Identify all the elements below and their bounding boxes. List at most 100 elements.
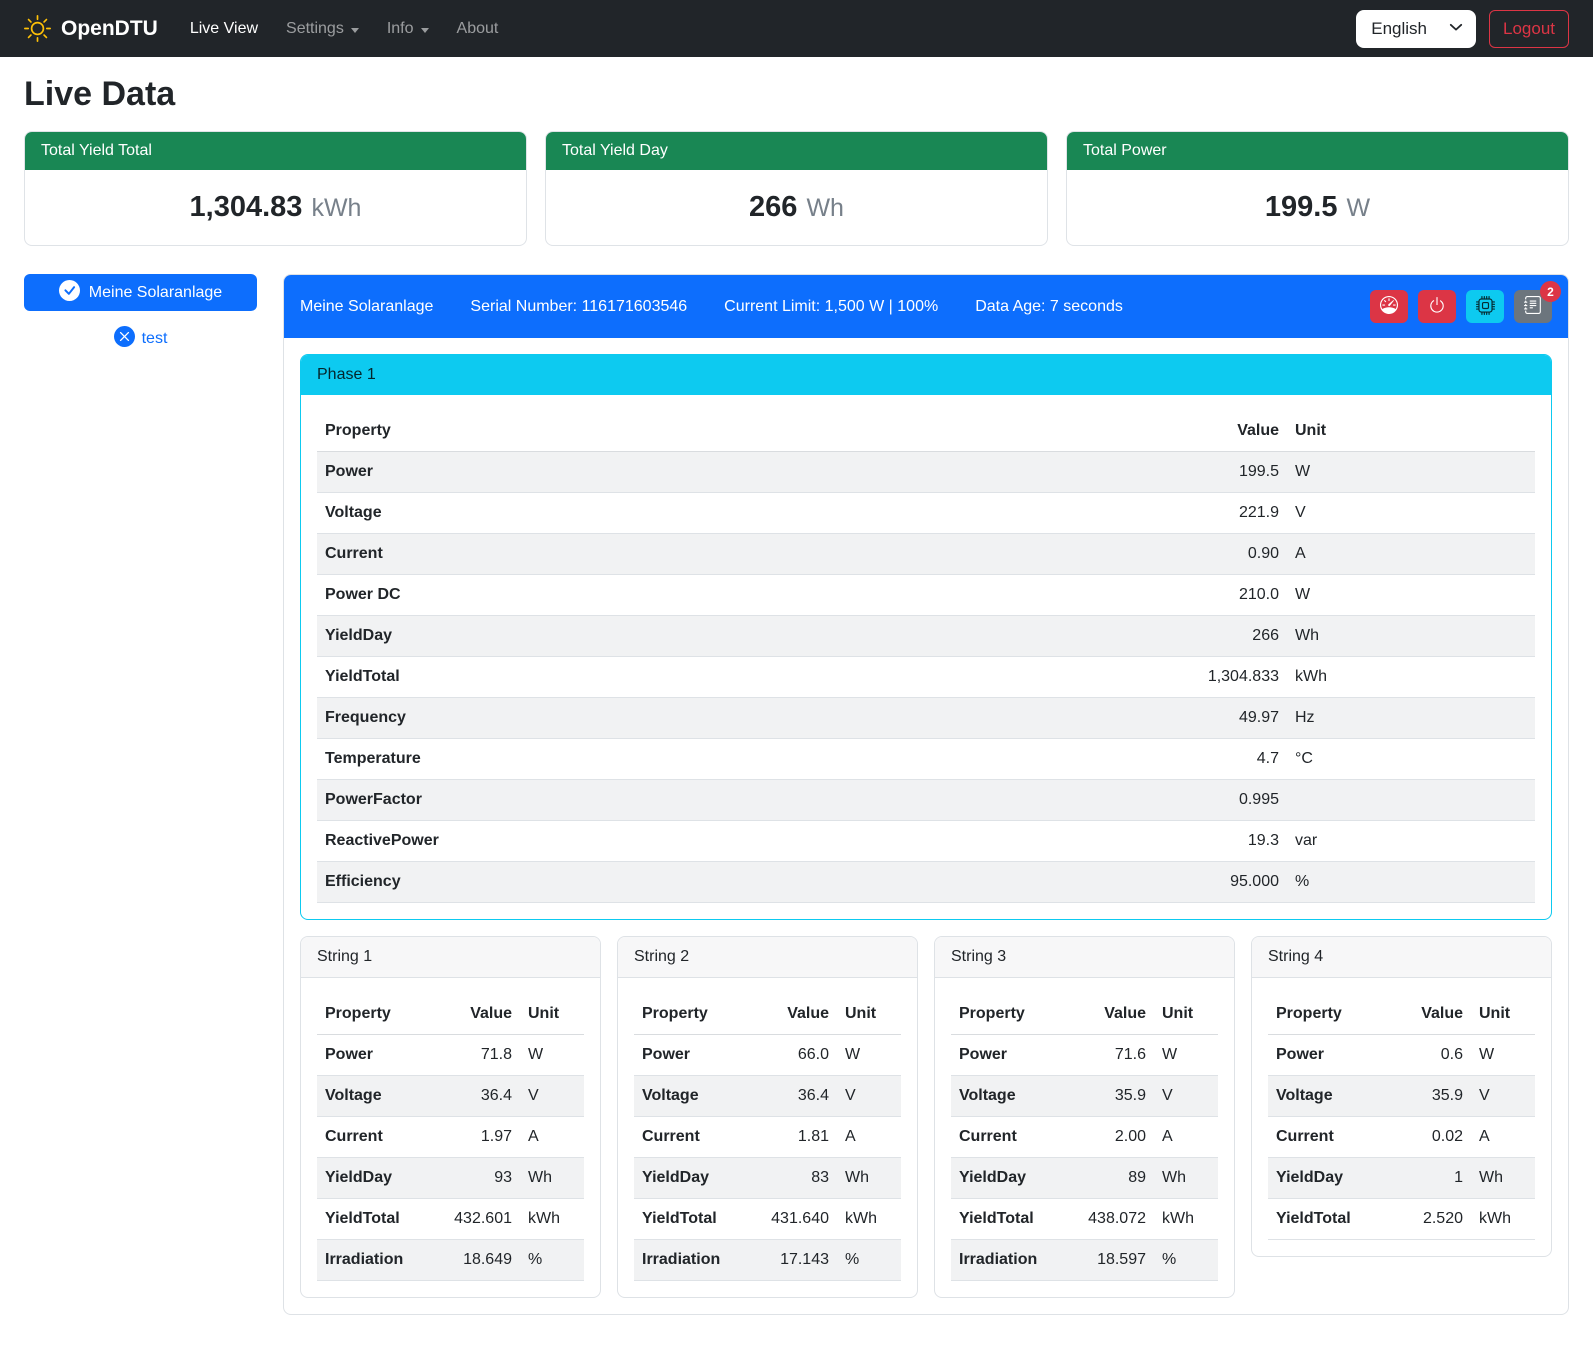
value-cell: 93 (431, 1158, 520, 1199)
value-cell: 1,304.833 (897, 657, 1287, 698)
logout-button[interactable]: Logout (1489, 10, 1569, 48)
table-row: YieldTotal438.072kWh (951, 1199, 1218, 1240)
value-cell: 438.072 (1065, 1199, 1154, 1240)
column-header-value: Value (1065, 994, 1154, 1035)
value-cell: 89 (1065, 1158, 1154, 1199)
event-log-button[interactable]: 2 (1514, 290, 1552, 323)
string-card-body: Property Value Unit Power71.6WVoltage35.… (935, 978, 1234, 1281)
chevron-down-icon (1449, 19, 1463, 39)
property-cell: Power (1268, 1035, 1392, 1076)
inverter-data-age: Data Age: 7 seconds (975, 295, 1123, 319)
nav-item-info[interactable]: Info (373, 12, 443, 46)
unit-cell: kWh (1287, 657, 1535, 698)
inverter-select-label: Meine Solaranlage (89, 284, 222, 302)
device-info-button[interactable] (1466, 290, 1504, 323)
nav-item-label: Live View (190, 20, 258, 38)
value-cell: 1.81 (748, 1117, 837, 1158)
unit-cell: Wh (1471, 1158, 1535, 1199)
table-row: Current0.02A (1268, 1117, 1535, 1158)
card-header: Total Yield Day (546, 132, 1047, 170)
value-cell: 66.0 (748, 1035, 837, 1076)
brand[interactable]: OpenDTU (24, 13, 158, 45)
language-select[interactable]: English (1356, 10, 1476, 48)
navbar-right: English Logout (1356, 10, 1569, 48)
property-cell: Voltage (634, 1076, 748, 1117)
column-header-property: Property (634, 994, 748, 1035)
inverter-card: Meine Solaranlage Serial Number: 1161716… (283, 274, 1569, 1315)
table-row: Power199.5W (317, 452, 1535, 493)
power-button[interactable] (1418, 290, 1456, 323)
cpu-icon (1476, 296, 1495, 318)
card-unit: W (1346, 194, 1370, 222)
card-body: 1,304.83 kWh (25, 170, 526, 246)
column-header-unit: Unit (1154, 994, 1218, 1035)
table-row: Power71.6W (951, 1035, 1218, 1076)
property-cell: Voltage (951, 1076, 1065, 1117)
unit-cell: kWh (1471, 1199, 1535, 1240)
nav-item-about[interactable]: About (443, 12, 513, 46)
inverter-card-body: Phase 1 Property Value Unit Power199.5WV… (284, 338, 1568, 1314)
inverter-select-button[interactable]: Meine Solaranlage (24, 274, 257, 311)
string-card-body: Property Value Unit Power71.8WVoltage36.… (301, 978, 600, 1281)
sun-icon (24, 15, 51, 42)
value-cell: 95.000 (897, 862, 1287, 903)
nav-item-live-view[interactable]: Live View (176, 12, 272, 46)
unit-cell: V (520, 1076, 584, 1117)
table-row: YieldTotal431.640kWh (634, 1199, 901, 1240)
unit-cell: W (837, 1035, 901, 1076)
inverter-item-test[interactable]: test (24, 326, 257, 352)
value-cell: 0.995 (897, 780, 1287, 821)
column-header-value: Value (748, 994, 837, 1035)
table-row: YieldDay83Wh (634, 1158, 901, 1199)
inverter-actions: 2 (1370, 290, 1552, 323)
card-body: 266Wh (546, 170, 1047, 246)
property-cell: Power (951, 1035, 1065, 1076)
card-unit: kWh (311, 194, 361, 222)
unit-cell: Wh (1154, 1158, 1218, 1199)
property-cell: YieldDay (951, 1158, 1065, 1199)
property-cell: Current (317, 1117, 431, 1158)
property-cell: YieldDay (317, 1158, 431, 1199)
table-row: Voltage35.9V (1268, 1076, 1535, 1117)
property-cell: Temperature (317, 739, 897, 780)
value-cell: 35.9 (1392, 1076, 1471, 1117)
string-table: Property Value Unit Power0.6WVoltage35.9… (1268, 994, 1535, 1240)
limit-settings-button[interactable] (1370, 290, 1408, 323)
table-row: Irradiation17.143% (634, 1240, 901, 1281)
nav-item-settings[interactable]: Settings (272, 12, 373, 46)
property-cell: YieldDay (634, 1158, 748, 1199)
string-table-body: Power66.0WVoltage36.4VCurrent1.81AYieldD… (634, 1035, 901, 1281)
card-value: 1,304.83 (190, 191, 303, 223)
card-value: 199.5 (1265, 191, 1338, 223)
unit-cell: % (1154, 1240, 1218, 1281)
string-card-body: Property Value Unit Power66.0WVoltage36.… (618, 978, 917, 1281)
unit-cell: % (1287, 862, 1535, 903)
property-cell: PowerFactor (317, 780, 897, 821)
strings-row: String 1 Property Value Unit (300, 936, 1552, 1298)
unit-cell: % (837, 1240, 901, 1281)
column-header-property: Property (317, 411, 897, 452)
unit-cell: Hz (1287, 698, 1535, 739)
table-row: YieldDay89Wh (951, 1158, 1218, 1199)
unit-cell: Wh (1287, 616, 1535, 657)
nav-item-label: About (457, 20, 499, 38)
table-row: Voltage36.4V (634, 1076, 901, 1117)
page-content: Live Data Total Yield Total 1,304.83kWh … (0, 74, 1593, 1327)
string-table: Property Value Unit Power71.6WVoltage35.… (951, 994, 1218, 1281)
string-card-body: Property Value Unit Power0.6WVoltage35.9… (1252, 978, 1551, 1240)
unit-cell: W (1154, 1035, 1218, 1076)
unit-cell: Wh (520, 1158, 584, 1199)
table-row: YieldDay1Wh (1268, 1158, 1535, 1199)
column-header-value: Value (1392, 994, 1471, 1035)
property-cell: YieldTotal (634, 1199, 748, 1240)
table-row: Voltage36.4V (317, 1076, 584, 1117)
speedometer-icon (1380, 296, 1398, 317)
value-cell: 35.9 (1065, 1076, 1154, 1117)
card-header: Total Yield Total (25, 132, 526, 170)
unit-cell: kWh (837, 1199, 901, 1240)
value-cell: 71.8 (431, 1035, 520, 1076)
string-table: Property Value Unit Power71.8WVoltage36.… (317, 994, 584, 1281)
column-header-property: Property (317, 994, 431, 1035)
value-cell: 36.4 (748, 1076, 837, 1117)
inverter-limit: Current Limit: 1,500 W | 100% (724, 295, 938, 319)
